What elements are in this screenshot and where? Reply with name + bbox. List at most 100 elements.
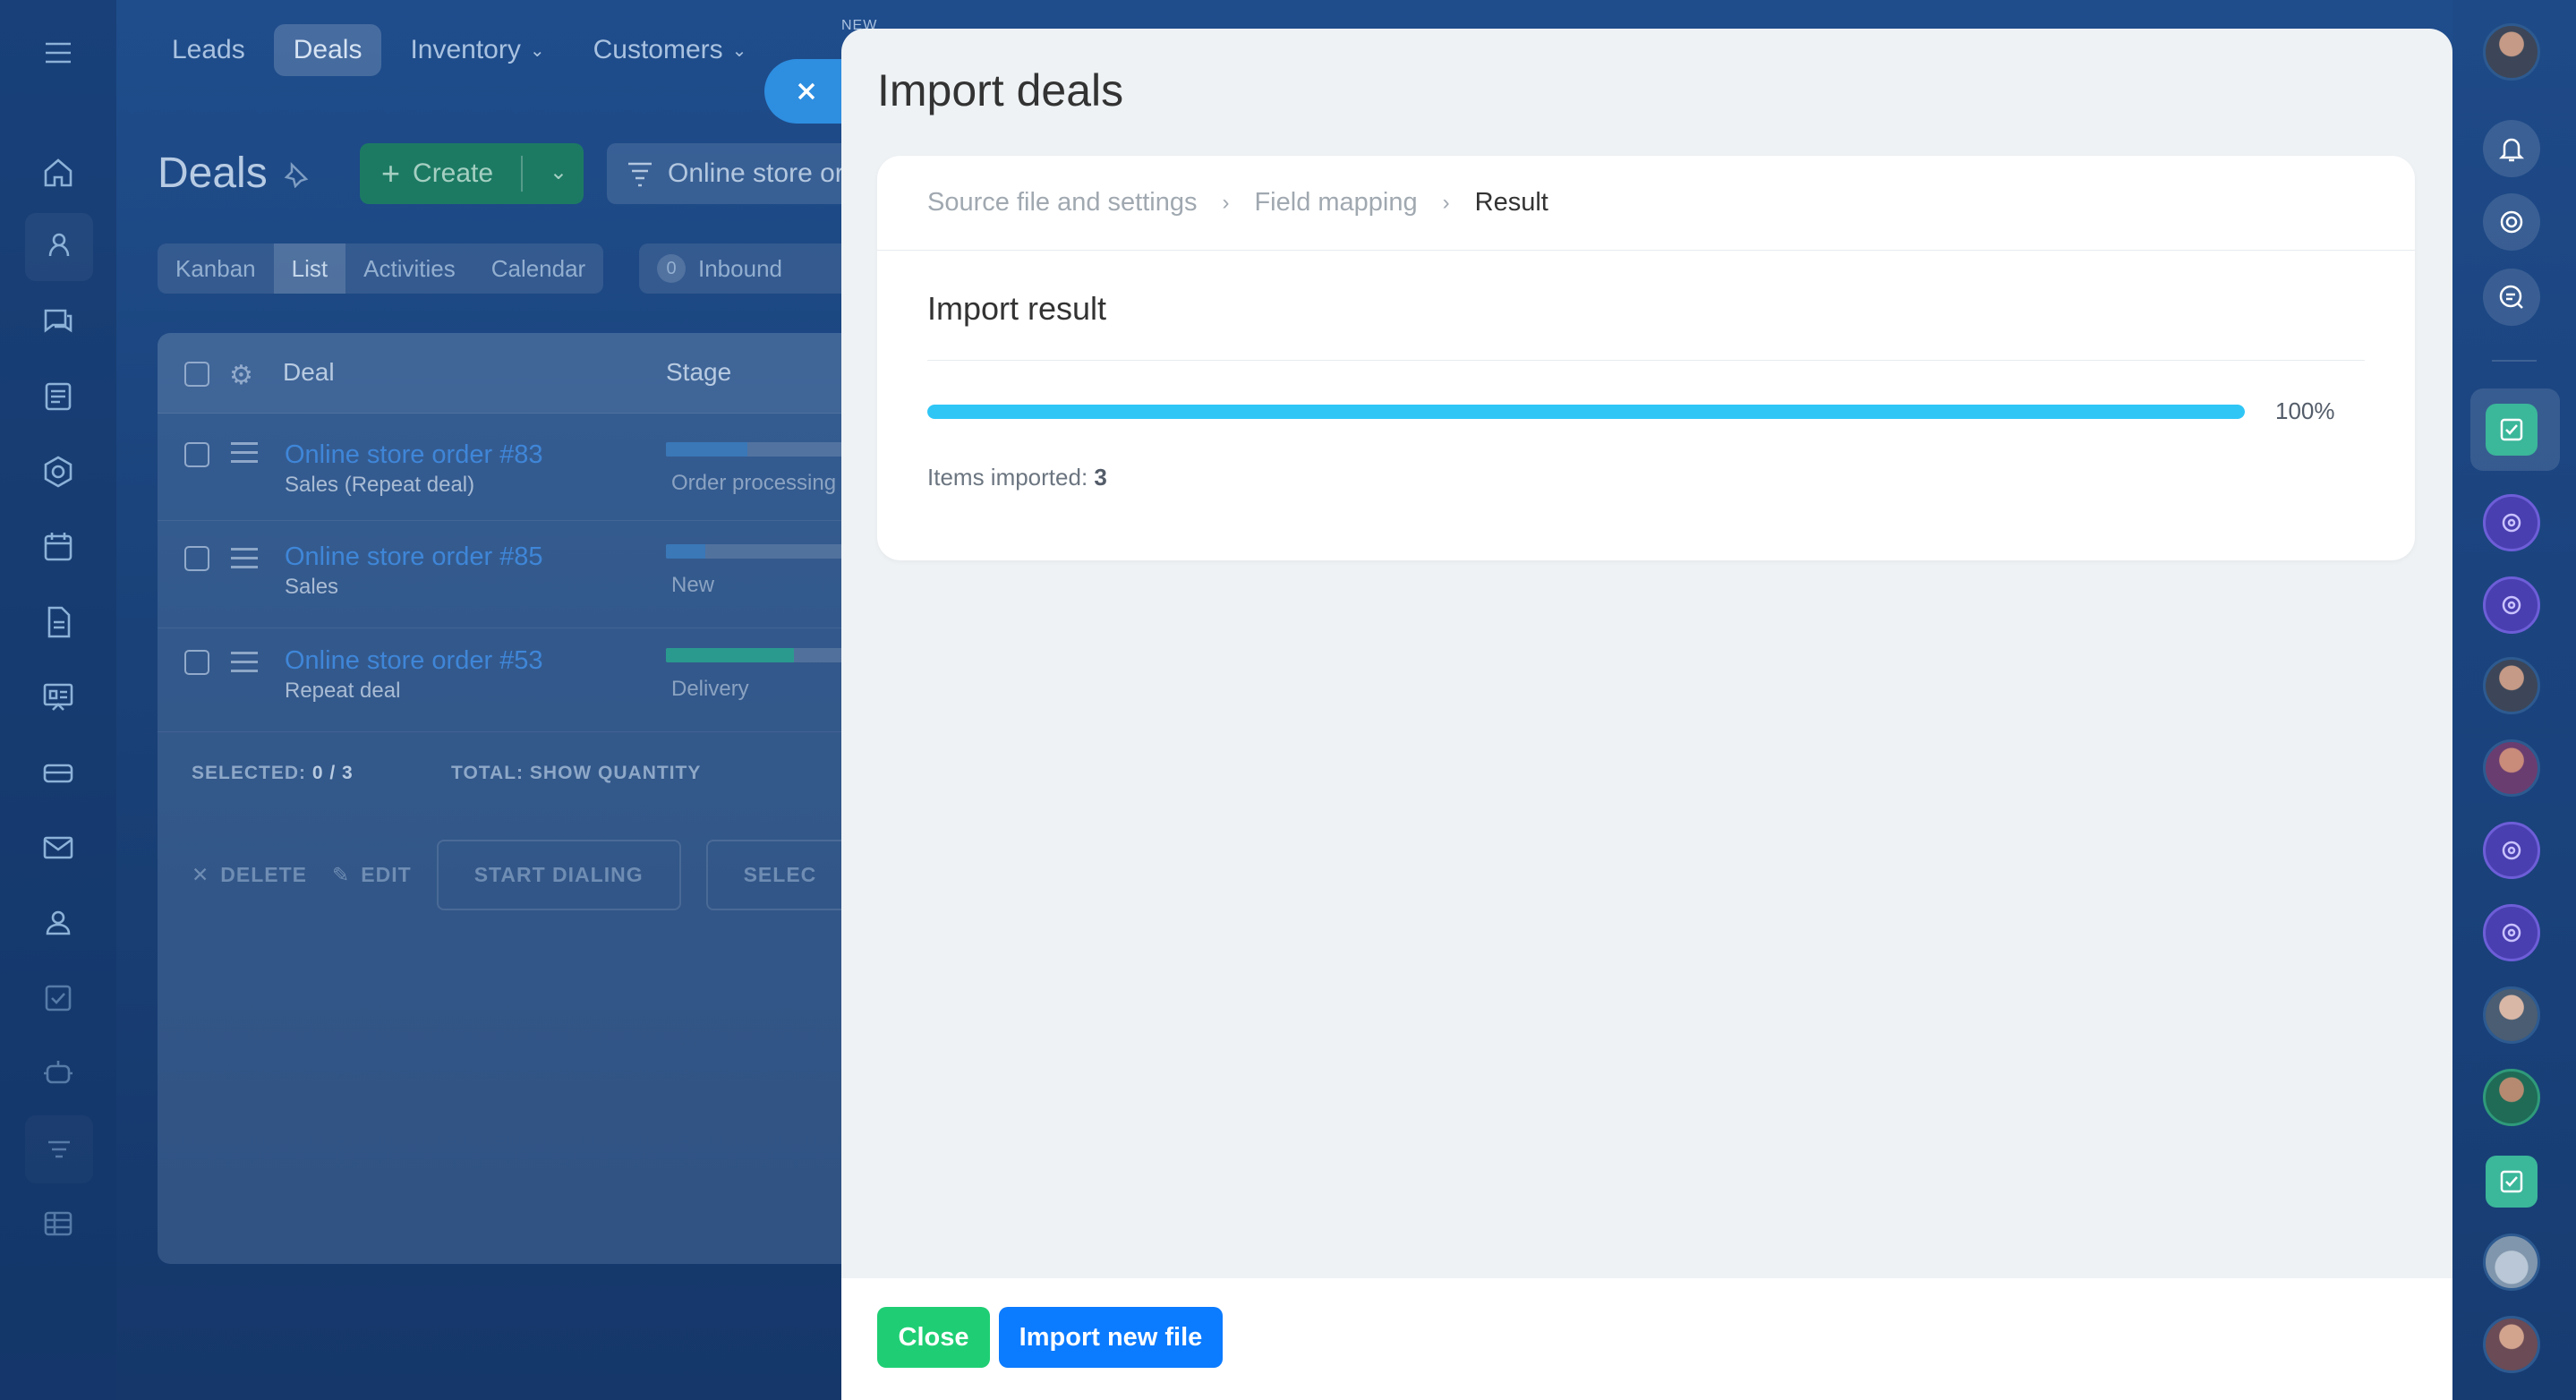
- crm-icon[interactable]: [25, 213, 93, 281]
- rail-divider: [2492, 360, 2537, 362]
- home-icon[interactable]: [34, 149, 82, 197]
- grid-header: ⚙ Deal Stage: [158, 333, 874, 414]
- deal-category: Sales: [285, 575, 339, 599]
- copilot-chat-icon[interactable]: [2483, 494, 2540, 551]
- table-row: Online store order #85 Sales New: [158, 523, 874, 628]
- column-header-stage[interactable]: Stage: [666, 358, 731, 387]
- view-tab-calendar[interactable]: Calendar: [473, 243, 604, 294]
- sites-icon[interactable]: [34, 448, 82, 496]
- tab-leads[interactable]: Leads: [152, 24, 265, 76]
- contact-avatar[interactable]: [2483, 739, 2540, 797]
- right-rail: [2452, 0, 2576, 1400]
- contact-avatar[interactable]: [2483, 1069, 2540, 1126]
- tab-label: Deals: [293, 35, 363, 64]
- gear-icon[interactable]: ⚙: [229, 360, 253, 391]
- counter-label: Inbound: [698, 254, 782, 282]
- imported-label: Items imported:: [927, 464, 1088, 491]
- column-header-deal[interactable]: Deal: [283, 358, 335, 387]
- deal-link[interactable]: Online store order #85: [285, 542, 543, 572]
- edit-button[interactable]: ✎ EDIT: [332, 863, 412, 887]
- deal-category: Repeat deal: [285, 679, 401, 703]
- tab-label: Inventory: [410, 35, 521, 64]
- delete-label: DELETE: [220, 863, 308, 886]
- tasks-chat-icon[interactable]: [2486, 1156, 2538, 1208]
- select-button[interactable]: SELEC: [705, 840, 855, 910]
- stage-fill: [666, 648, 794, 662]
- drag-handle-icon[interactable]: [231, 442, 258, 469]
- delete-button[interactable]: ✕ DELETE: [192, 863, 307, 887]
- import-steps: Source file and settings › Field mapping…: [877, 156, 2415, 251]
- tab-deals[interactable]: Deals: [273, 24, 382, 76]
- left-sidebar: [0, 0, 116, 1400]
- copilot-icon[interactable]: [2483, 193, 2540, 251]
- pin-icon[interactable]: [283, 161, 310, 188]
- drag-handle-icon[interactable]: [231, 548, 258, 575]
- menu-icon[interactable]: [34, 29, 82, 77]
- tab-customers[interactable]: Customers ⌄: [574, 24, 767, 76]
- result-title: Import result: [927, 290, 1107, 327]
- import-new-file-button[interactable]: Import new file: [999, 1307, 1223, 1368]
- copilot-chat-icon[interactable]: [2483, 822, 2540, 879]
- contact-avatar[interactable]: [2483, 1316, 2540, 1373]
- show-quantity-link[interactable]: SHOW QUANTITY: [530, 763, 702, 783]
- row-checkbox[interactable]: [184, 650, 209, 675]
- start-dialing-button[interactable]: START DIALING: [436, 840, 681, 910]
- counter-badge: 0: [657, 254, 686, 283]
- progress-bar: [927, 405, 2245, 419]
- calendar-icon[interactable]: [34, 523, 82, 571]
- bell-icon[interactable]: [2483, 120, 2540, 177]
- documents-icon[interactable]: [34, 598, 82, 646]
- view-tab-kanban[interactable]: Kanban: [158, 243, 274, 294]
- step-mapping: Field mapping: [1254, 188, 1418, 217]
- close-icon: ✕: [192, 863, 210, 886]
- stage-name: Order processing: [671, 471, 837, 495]
- filter-menu-icon[interactable]: [25, 1115, 93, 1183]
- page-title: Deals: [158, 149, 268, 197]
- deals-grid: ⚙ Deal Stage Online store order #83 Sale…: [158, 333, 874, 1264]
- board-icon[interactable]: [34, 673, 82, 721]
- create-button[interactable]: + Create ⌄: [360, 143, 584, 204]
- chevron-down-icon[interactable]: ⌄: [550, 159, 567, 185]
- copilot-chat-icon[interactable]: [2483, 904, 2540, 961]
- close-button[interactable]: Close: [877, 1307, 990, 1368]
- row-checkbox[interactable]: [184, 442, 209, 467]
- store-icon[interactable]: [34, 748, 82, 797]
- view-tab-activities[interactable]: Activities: [345, 243, 473, 294]
- select-all-checkbox[interactable]: [184, 362, 209, 387]
- progress-percent: 100%: [2275, 397, 2335, 424]
- stage-fill: [666, 544, 706, 559]
- tab-inventory[interactable]: Inventory ⌄: [390, 24, 564, 76]
- close-icon: [798, 82, 815, 100]
- plus-icon: +: [381, 155, 401, 192]
- grid-icon[interactable]: [34, 1199, 82, 1248]
- selected-label: SELECTED:: [192, 763, 307, 783]
- slider-footer: Close Import new file: [841, 1278, 2452, 1400]
- stage-fill: [666, 442, 747, 457]
- action-panel: ✕ DELETE ✎ EDIT START DIALING SELEC: [192, 840, 855, 910]
- mail-icon[interactable]: [34, 824, 82, 872]
- contact-avatar[interactable]: [2483, 657, 2540, 714]
- table-row: Online store order #53 Repeat deal Deliv…: [158, 627, 874, 732]
- search-chat-icon[interactable]: [2483, 269, 2540, 326]
- top-navigation: Leads Deals Inventory ⌄ Customers ⌄: [152, 21, 766, 79]
- group-avatar[interactable]: [2483, 1234, 2540, 1291]
- tasks-chat-icon[interactable]: [2486, 404, 2538, 456]
- split-divider: [521, 156, 523, 192]
- filter-preset[interactable]: Online store orders: [607, 143, 875, 204]
- user-avatar[interactable]: [2483, 23, 2540, 81]
- contact-avatar[interactable]: [2483, 986, 2540, 1044]
- deal-link[interactable]: Online store order #53: [285, 646, 543, 676]
- import-slider: Import deals Source file and settings › …: [841, 29, 2452, 1400]
- tab-label: Leads: [172, 35, 245, 64]
- row-checkbox[interactable]: [184, 546, 209, 571]
- feed-icon[interactable]: [34, 372, 82, 421]
- contacts-icon[interactable]: [34, 899, 82, 947]
- slider-title: Import deals: [877, 65, 1124, 115]
- chat-icon[interactable]: [34, 297, 82, 346]
- drag-handle-icon[interactable]: [231, 652, 258, 679]
- tasks-icon[interactable]: [34, 974, 82, 1022]
- deal-link[interactable]: Online store order #83: [285, 440, 543, 470]
- robot-icon[interactable]: [34, 1049, 82, 1097]
- view-tab-list[interactable]: List: [273, 243, 346, 294]
- copilot-chat-icon[interactable]: [2483, 576, 2540, 634]
